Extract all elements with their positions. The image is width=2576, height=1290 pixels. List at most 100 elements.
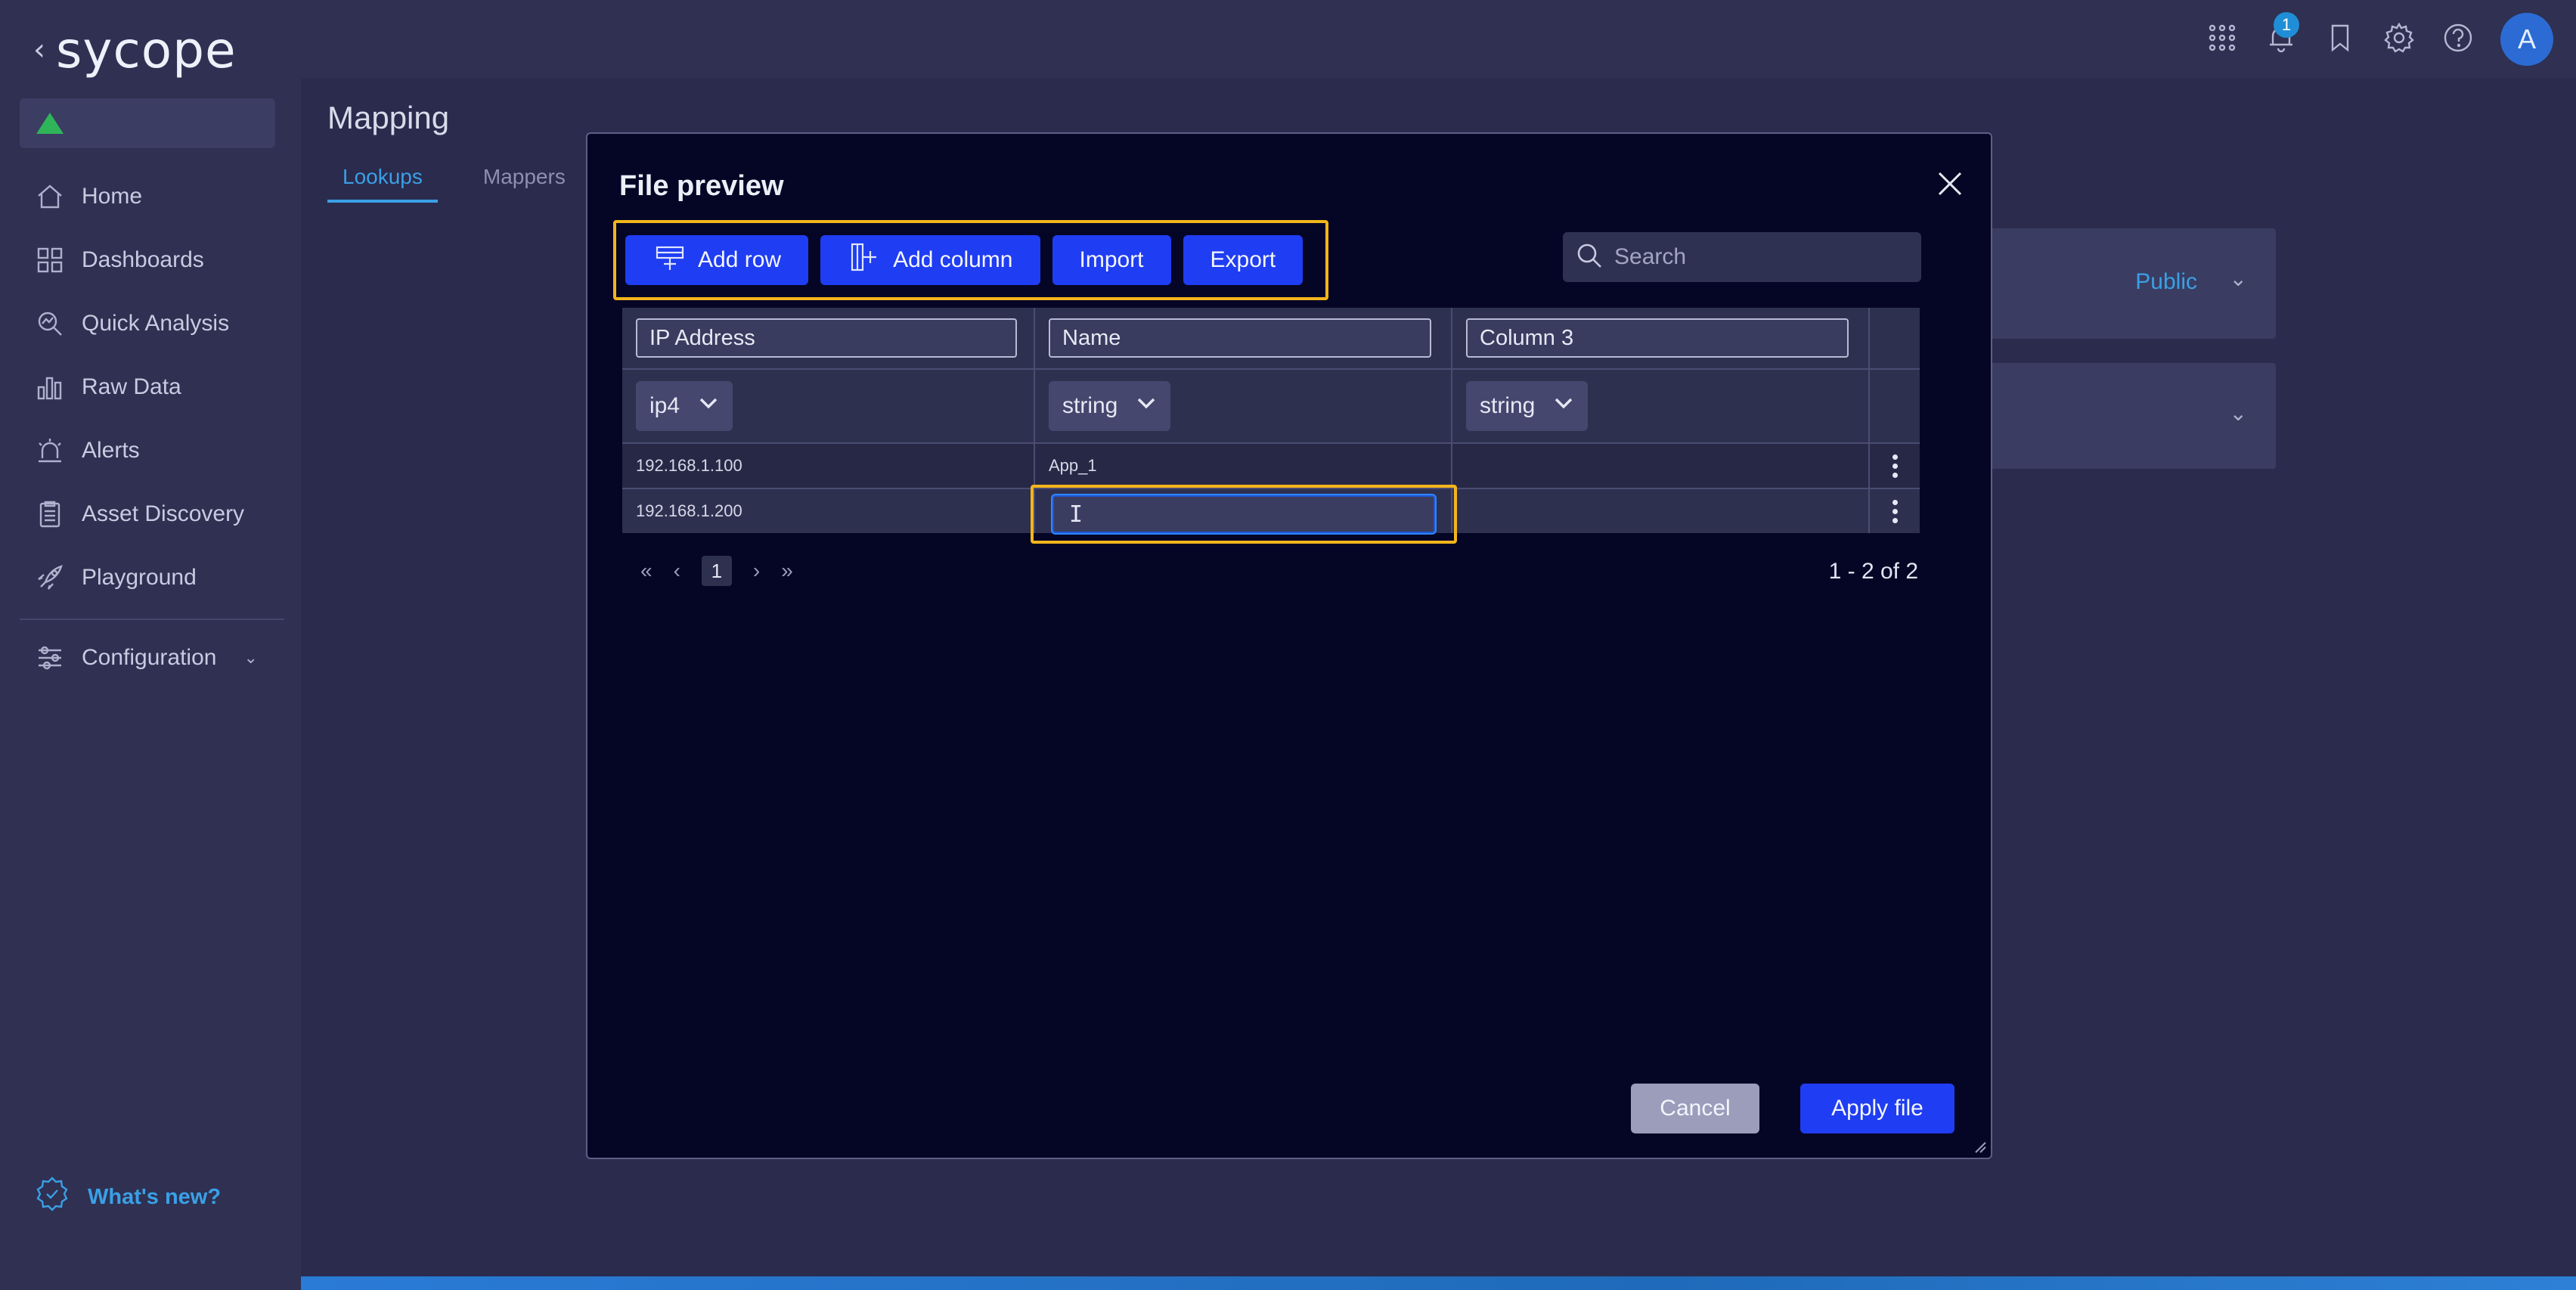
next-page-button[interactable]: ›: [753, 559, 760, 583]
close-button[interactable]: [1932, 166, 1968, 202]
home-icon: [35, 181, 65, 212]
cell-value: 192.168.1.200: [636, 501, 742, 520]
file-preview-dialog: File preview Add row Add column Import E…: [586, 132, 1992, 1159]
cell-value: 192.168.1.100: [636, 456, 742, 475]
cell-value: App_1: [1049, 456, 1097, 475]
sidebar-item-raw-data[interactable]: Raw Data: [20, 355, 284, 419]
sidebar-item-label: Asset Discovery: [82, 501, 245, 526]
bottom-progress-strip: [301, 1276, 2576, 1290]
bookmarks-button[interactable]: [2323, 12, 2357, 67]
apps-grid-button[interactable]: [2206, 12, 2239, 67]
tab-mappers[interactable]: Mappers: [468, 159, 581, 203]
column-name-input[interactable]: Name: [1049, 318, 1431, 358]
sidebar-item-home[interactable]: Home: [20, 165, 284, 228]
column-type-select[interactable]: string: [1049, 381, 1171, 431]
column-name-input[interactable]: Column 3: [1466, 318, 1849, 358]
dialog-toolbar: Add row Add column Import Export: [613, 220, 1328, 300]
chevron-down-icon[interactable]: ⌄: [2230, 401, 2247, 426]
sidebar-item-label: Dashboards: [82, 247, 204, 272]
add-column-button[interactable]: Add column: [820, 235, 1040, 285]
resize-handle-icon[interactable]: [1973, 1140, 1986, 1153]
column-header-cell: Column 3: [1452, 308, 1870, 368]
kebab-menu-icon: [1892, 454, 1898, 478]
add-row-icon: [653, 240, 687, 281]
actions-header-cell: [1870, 370, 1920, 442]
bookmark-icon: [2324, 22, 2356, 57]
asset-discovery-icon: [35, 499, 65, 529]
table-cell-editing[interactable]: I: [1031, 485, 1457, 544]
column-type-value: string: [1480, 393, 1536, 418]
logo[interactable]: ‹ sycope: [33, 21, 237, 79]
table-row: 192.168.1.200 I: [622, 485, 1920, 544]
back-chevron-icon[interactable]: ‹: [33, 33, 45, 67]
first-page-button[interactable]: «: [640, 559, 653, 583]
table-cell[interactable]: [1452, 444, 1870, 488]
visibility-label: Public: [2135, 269, 2197, 294]
sidebar-item-playground[interactable]: Playground: [20, 546, 284, 609]
row-menu-button[interactable]: [1870, 489, 1920, 533]
system-status-bar[interactable]: [20, 98, 275, 148]
sidebar-item-label: Configuration: [82, 645, 217, 670]
row-menu-button[interactable]: [1870, 444, 1920, 488]
cell-edit-input[interactable]: I: [1051, 494, 1437, 535]
editing-highlight: I: [1031, 485, 1457, 544]
page-number-button[interactable]: 1: [701, 556, 732, 586]
table-cell[interactable]: 192.168.1.100: [622, 444, 1035, 488]
sidebar: ‹ sycope Home Dashboards Quick Analysis …: [0, 0, 301, 1290]
pagination: « ‹ 1 › »: [640, 556, 793, 586]
alerts-icon: [35, 436, 65, 466]
chevron-down-icon[interactable]: ⌄: [2230, 266, 2247, 291]
tab-lookups[interactable]: Lookups: [327, 159, 438, 203]
sidebar-item-alerts[interactable]: Alerts: [20, 419, 284, 482]
search-input[interactable]: [1614, 244, 1902, 270]
apply-file-button[interactable]: Apply file: [1800, 1084, 1954, 1133]
last-page-button[interactable]: »: [781, 559, 793, 583]
prev-page-button[interactable]: ‹: [674, 559, 680, 583]
add-column-label: Add column: [893, 247, 1013, 272]
column-type-select[interactable]: string: [1466, 381, 1589, 431]
chevron-down-icon: [698, 392, 719, 420]
search-icon: [1575, 241, 1604, 274]
configuration-icon: [35, 643, 65, 673]
sidebar-item-label: Playground: [82, 565, 197, 590]
sidebar-nav: Home Dashboards Quick Analysis Raw Data …: [20, 165, 284, 690]
actions-header-cell: [1870, 308, 1920, 368]
playground-icon: [35, 563, 65, 593]
sidebar-item-asset-discovery[interactable]: Asset Discovery: [20, 482, 284, 546]
close-icon: [1932, 172, 1968, 205]
column-type-select[interactable]: ip4: [636, 381, 733, 431]
sidebar-item-configuration[interactable]: Configuration ⌄: [20, 626, 284, 690]
column-type-value: ip4: [649, 393, 680, 418]
add-row-label: Add row: [698, 247, 782, 272]
column-name-input[interactable]: IP Address: [636, 318, 1017, 358]
whats-new-link[interactable]: What's new?: [33, 1175, 221, 1219]
table-cell[interactable]: [1452, 489, 1870, 533]
topbar-actions: 1 A: [2206, 12, 2553, 67]
quick-analysis-icon: [35, 309, 65, 339]
help-button[interactable]: [2441, 12, 2475, 67]
page-title: Mapping: [327, 100, 450, 135]
brand-logo: sycope: [56, 20, 237, 79]
add-row-button[interactable]: Add row: [625, 235, 809, 285]
whats-new-icon: [33, 1175, 71, 1219]
cancel-button[interactable]: Cancel: [1631, 1084, 1759, 1133]
notifications-button[interactable]: 1: [2264, 12, 2299, 67]
sidebar-item-quick-analysis[interactable]: Quick Analysis: [20, 292, 284, 355]
sidebar-item-label: Alerts: [82, 438, 140, 463]
table-cell[interactable]: App_1: [1035, 444, 1452, 488]
table-cell[interactable]: 192.168.1.200: [622, 489, 1035, 533]
chevron-down-icon: [1553, 392, 1574, 420]
column-type-cell: ip4: [622, 370, 1035, 442]
pagination-count: 1 - 2 of 2: [1828, 559, 1918, 584]
settings-button[interactable]: [2382, 12, 2416, 67]
export-button[interactable]: Export: [1183, 235, 1303, 285]
chevron-down-icon: [1136, 392, 1157, 420]
search-box[interactable]: [1563, 232, 1921, 282]
gear-icon: [2383, 22, 2415, 57]
sidebar-item-label: Quick Analysis: [82, 311, 230, 336]
avatar[interactable]: A: [2500, 13, 2553, 66]
sidebar-item-dashboards[interactable]: Dashboards: [20, 228, 284, 292]
column-type-cell: string: [1035, 370, 1452, 442]
import-button[interactable]: Import: [1052, 235, 1171, 285]
add-column-icon: [848, 240, 882, 281]
